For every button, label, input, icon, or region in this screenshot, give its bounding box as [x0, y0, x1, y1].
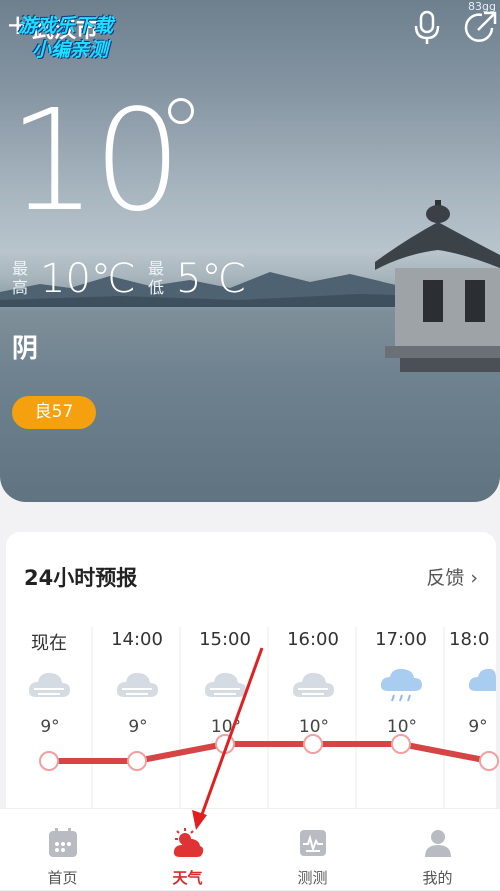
hour-label: 16:00 — [287, 629, 339, 650]
pavilion-image — [375, 200, 500, 372]
bottom-tab-bar: 首页 天气 测测 我的 — [0, 808, 500, 890]
share-icon[interactable] — [462, 8, 498, 46]
degree-symbol — [168, 98, 194, 124]
calendar-icon — [49, 828, 77, 857]
weather-condition: 阴 — [12, 334, 39, 364]
weather-icon — [173, 828, 204, 857]
hour-label: 15:00 — [199, 629, 251, 650]
cloudy-icon — [204, 672, 246, 697]
tab-label: 天气 — [172, 869, 203, 887]
tab-label: 我的 — [422, 869, 453, 887]
current-temperature: 10 — [8, 80, 182, 243]
microphone-icon[interactable] — [410, 10, 444, 46]
user-icon — [425, 830, 451, 857]
cloudy-icon — [116, 672, 158, 697]
high-label: 最高 — [12, 259, 29, 297]
tab-weather[interactable]: 天气 — [125, 809, 250, 891]
low-label: 最低 — [148, 259, 165, 297]
low-temperature: 5℃ — [176, 256, 247, 302]
corner-tag: 83gg — [468, 0, 496, 13]
hour-label: 18:0 — [449, 629, 490, 650]
tab-test[interactable]: 测测 — [250, 809, 375, 891]
forecast-title: 24小时预报 — [24, 566, 138, 590]
hour-label: 17:00 — [375, 629, 427, 650]
cloudy-icon — [292, 672, 334, 697]
cloudy-icon — [28, 672, 70, 697]
rain-cloud-icon — [380, 668, 422, 702]
tab-mine[interactable]: 我的 — [375, 809, 500, 891]
watermark-logo: 游戏乐下载 小编亲测 — [18, 15, 114, 61]
tab-home[interactable]: 首页 — [0, 809, 125, 891]
hour-label: 14:00 — [111, 629, 163, 650]
feedback-link[interactable]: 反馈 › — [426, 563, 478, 590]
hour-label: 现在 — [31, 633, 67, 654]
high-temperature: 10℃ — [40, 256, 136, 302]
aqi-badge[interactable]: 良57 — [12, 396, 96, 429]
tab-label: 测测 — [297, 869, 328, 887]
tab-label: 首页 — [47, 869, 78, 887]
rain-cloud-icon — [468, 668, 496, 691]
pulse-icon — [300, 830, 326, 856]
weather-hero: + 武汉市 游戏乐下载 小编亲测 83gg 10 最高 10℃ 最低 5℃ 阴 … — [0, 0, 500, 502]
temperature-trend-line — [39, 734, 499, 771]
hourly-forecast-card: 24小时预报 反馈 › 现在 14:00 15:00 16:00 17:00 1… — [6, 532, 499, 827]
chevron-right-icon: › — [470, 567, 478, 589]
